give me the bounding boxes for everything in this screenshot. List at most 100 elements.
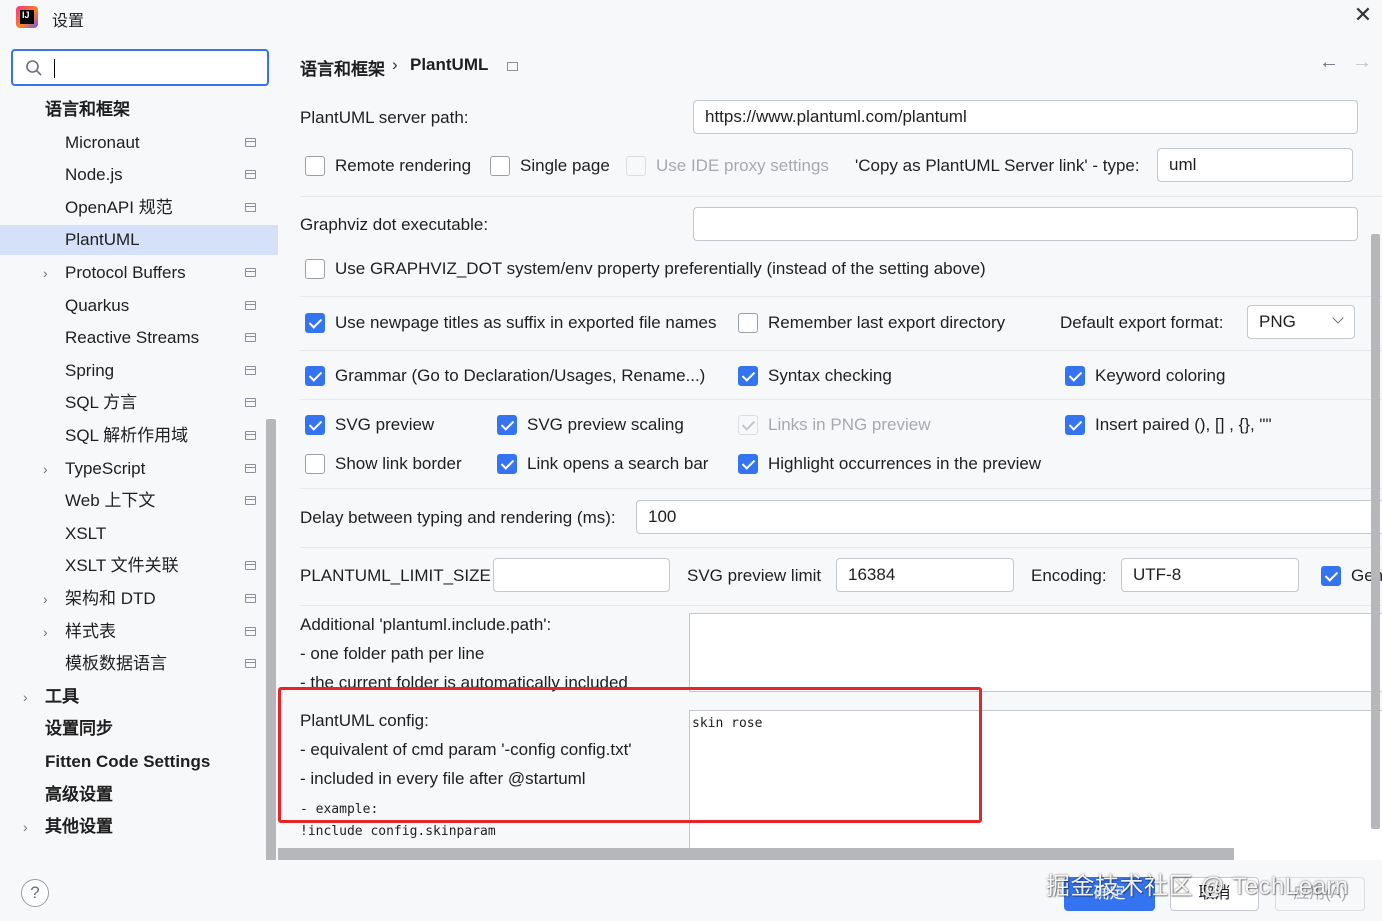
forward-arrow-icon[interactable]: → [1352,51,1372,74]
highlight-box [278,687,982,823]
sidebar-item[interactable]: 设置同步 [0,714,278,744]
breadcrumb-parent[interactable]: 语言和框架 [300,55,385,80]
chevron-right-icon[interactable]: › [43,258,48,288]
content-vertical-scrollbar[interactable] [1371,234,1380,829]
sidebar-item-label: 设置同步 [45,719,113,738]
gen-checkbox[interactable] [1321,566,1341,586]
newpage-titles-checkbox[interactable] [305,313,325,333]
sidebar-item[interactable]: 模板数据语言 [0,649,278,679]
graphviz-env-checkbox[interactable] [305,259,325,279]
sidebar-item[interactable]: OpenAPI 规范 [0,193,278,223]
config-example-1: !include config.skinparam [300,824,496,839]
project-level-icon [245,431,256,440]
separator [300,350,1382,351]
ide-proxy-checkbox[interactable] [626,156,646,176]
sidebar-item[interactable]: › 架构和 DTD [0,584,278,614]
graphviz-label: Graphviz dot executable: [300,215,489,234]
show-link-border-checkbox[interactable] [305,454,325,474]
sidebar-item[interactable]: 高级设置 [0,780,278,810]
sidebar-item-label: PlantUML [65,230,140,249]
insert-paired-checkbox[interactable] [1065,415,1085,435]
close-icon[interactable]: ✕ [1350,2,1376,28]
default-export-label: Default export format: [1060,313,1224,332]
encoding-input[interactable]: UTF-8 [1121,558,1299,592]
breadcrumb-current: PlantUML [410,55,489,74]
syntax-checking-label: Syntax checking [768,366,892,385]
remote-rendering-checkbox[interactable] [305,156,325,176]
grammar-checkbox[interactable] [305,366,325,386]
project-level-icon [245,496,256,505]
sidebar-item[interactable]: 语言和框架 [0,95,278,125]
remember-dir-checkbox[interactable] [738,313,758,333]
sidebar-item[interactable]: Fitten Code Settings [0,747,278,777]
server-path-label: PlantUML server path: [300,108,469,127]
separator [300,547,1382,548]
chevron-right-icon[interactable]: › [43,584,48,614]
highlight-occurrences-checkbox[interactable] [738,454,758,474]
server-path-input[interactable]: https://www.plantuml.com/plantuml [693,100,1358,134]
content-horizontal-scrollbar[interactable] [278,848,1234,860]
chevron-right-icon[interactable]: › [43,617,48,647]
keyword-coloring-checkbox[interactable] [1065,366,1085,386]
sidebar-item[interactable]: SQL 方言 [0,388,278,418]
text-caret [54,59,55,78]
separator [300,296,1382,297]
sidebar-item[interactable]: XSLT 文件关联 [0,551,278,581]
project-level-icon [245,464,256,473]
sidebar-item[interactable]: › 其他设置 [0,812,278,842]
chevron-right-icon[interactable]: › [23,682,28,712]
sidebar-item[interactable]: Spring [0,356,278,386]
sidebar-item-label: 工具 [45,687,79,706]
sidebar-item[interactable]: Node.js [0,160,278,190]
default-export-select[interactable]: PNG [1247,305,1355,339]
project-level-icon [245,561,256,570]
sidebar-item-label: 模板数据语言 [65,654,167,673]
link-opens-search-checkbox[interactable] [497,454,517,474]
single-page-checkbox[interactable] [490,156,510,176]
sidebar-item[interactable]: Web 上下文 [0,486,278,516]
limit-size-input[interactable] [493,558,670,592]
svg-preview-scaling-checkbox[interactable] [497,415,517,435]
show-link-border-label: Show link border [335,454,462,473]
watermark: 掘金技术社区 @ TechLearn [1046,873,1349,900]
sidebar-item-label: 样式表 [65,622,116,641]
copy-link-type-input[interactable]: uml [1157,148,1353,182]
chevron-right-icon[interactable]: › [43,454,48,484]
sidebar-item[interactable]: PlantUML [0,225,278,255]
graphviz-input[interactable] [693,207,1358,241]
sidebar-item[interactable]: Quarkus [0,291,278,321]
ide-proxy-label: Use IDE proxy settings [656,156,829,175]
separator [300,399,1382,400]
limit-size-label: PLANTUML_LIMIT_SIZE [300,566,491,585]
chevron-right-icon[interactable]: › [23,812,28,842]
svg-limit-label: SVG preview limit [687,566,822,585]
highlight-occurrences-label: Highlight occurrences in the preview [768,454,1042,473]
svg-limit-input[interactable]: 16384 [836,558,1014,592]
app-logo-icon: IJ [16,6,38,28]
sidebar-item[interactable]: XSLT [0,519,278,549]
sidebar-item-label: Quarkus [65,296,130,315]
syntax-checking-checkbox[interactable] [738,366,758,386]
sidebar-item[interactable]: SQL 解析作用域 [0,421,278,451]
links-png-checkbox[interactable] [738,415,758,435]
delay-input[interactable]: 100 [636,500,1382,534]
include-path-textarea[interactable] [689,613,1382,692]
encoding-label: Encoding: [1031,566,1107,585]
help-icon[interactable]: ? [21,879,49,907]
separator [300,488,1382,489]
sidebar-item[interactable]: Reactive Streams [0,323,278,353]
search-input[interactable] [11,49,269,86]
project-level-icon [245,333,256,342]
sidebar-item[interactable]: › 样式表 [0,617,278,647]
sidebar-item[interactable]: › TypeScript [0,454,278,484]
sidebar-item[interactable]: › 工具 [0,682,278,712]
sidebar-item[interactable]: Micronaut [0,128,278,158]
back-arrow-icon[interactable]: ← [1319,51,1339,74]
sidebar-scrollbar[interactable] [266,419,276,894]
settings-sidebar: 语言和框架 Micronaut Node.js OpenAPI 规范 PlantUML ›… [0,34,278,894]
separator [300,605,1382,606]
svg-preview-checkbox[interactable] [305,415,325,435]
sidebar-item[interactable]: › Protocol Buffers [0,258,278,288]
project-level-icon [245,138,256,147]
project-level-icon [245,398,256,407]
